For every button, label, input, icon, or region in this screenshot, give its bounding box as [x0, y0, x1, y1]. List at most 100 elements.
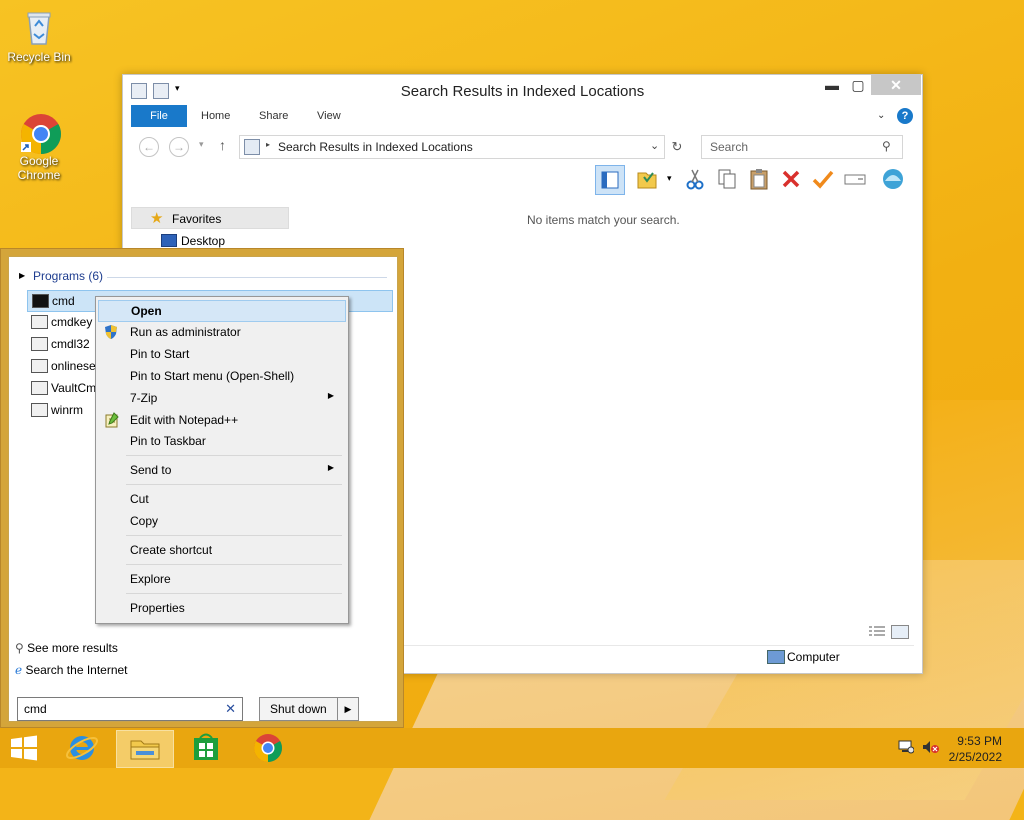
menu-item-edit-with-notepad[interactable]: Edit with Notepad++ [98, 410, 344, 430]
forward-button[interactable]: → [169, 137, 189, 157]
network-icon[interactable] [898, 740, 915, 754]
minimize-button[interactable]: ▬ [819, 75, 845, 95]
desktop-icon-recycle-bin[interactable]: Recycle Bin [4, 8, 74, 64]
maximize-button[interactable]: ▢ [845, 75, 871, 95]
menu-item-7zip[interactable]: 7-Zip ▶ [98, 388, 344, 408]
menu-item-label: Run as administrator [130, 325, 241, 339]
clock-date[interactable]: 2/25/2022 [949, 750, 1002, 764]
expand-group-icon[interactable]: ▶ [19, 271, 25, 280]
menu-item-label: Pin to Start [130, 347, 190, 361]
details-view-icon[interactable] [869, 625, 885, 637]
recycle-bin-icon [19, 8, 59, 48]
cut-icon[interactable] [683, 167, 707, 191]
ribbon-collapse-icon[interactable]: ⌄ [877, 105, 885, 127]
program-item-label: cmd [52, 294, 75, 308]
desktop-icon-label: Recycle Bin [7, 50, 71, 64]
tab-view[interactable]: View [317, 105, 341, 127]
breadcrumb-chevron-icon: ▸ [266, 140, 271, 149]
checkmark-icon[interactable] [811, 167, 835, 191]
address-dropdown-icon[interactable]: ⌄ [650, 139, 659, 152]
search-placeholder: Search [710, 140, 749, 154]
menu-item-send-to[interactable]: Send to ▶ [98, 460, 344, 480]
magnifier-icon: ⚲ [15, 641, 24, 655]
recent-locations-icon[interactable]: ▾ [199, 139, 204, 150]
menu-item-create-shortcut[interactable]: Create shortcut [98, 540, 344, 560]
close-button[interactable]: ✕ [871, 75, 921, 95]
search-internet-label: Search the Internet [25, 663, 128, 677]
program-item-label: VaultCm [51, 381, 97, 395]
menu-item-properties[interactable]: Properties [98, 598, 344, 618]
copy-icon[interactable] [715, 167, 739, 191]
properties-icon[interactable] [635, 167, 659, 191]
search-internet-link[interactable]: ℯ Search the Internet [15, 663, 128, 677]
windows-logo-icon [11, 735, 37, 761]
program-icon [31, 315, 48, 329]
program-icon [31, 381, 48, 395]
tab-share[interactable]: Share [259, 105, 288, 127]
empty-results-message: No items match your search. [527, 213, 680, 227]
clear-search-icon[interactable]: ✕ [225, 701, 236, 717]
taskbar-chrome[interactable] [240, 730, 296, 766]
preview-pane-button[interactable] [595, 165, 625, 195]
see-more-results-link[interactable]: ⚲ See more results [15, 641, 118, 655]
shutdown-options-icon[interactable]: ▶ [337, 698, 358, 720]
program-item-label: onlineset [51, 359, 100, 373]
status-location: Computer [787, 650, 840, 664]
menu-item-label: 7-Zip [130, 391, 158, 405]
address-path: Search Results in Indexed Locations [278, 140, 473, 154]
search-icon: ⚲ [882, 139, 891, 153]
nav-favorites[interactable]: ★ Favorites [131, 207, 289, 229]
menu-item-run-as-administrator[interactable]: Run as administrator [98, 322, 344, 342]
desktop-icon-chrome[interactable]: Google Chrome [4, 112, 74, 182]
tab-home[interactable]: Home [201, 105, 230, 127]
shutdown-button[interactable]: Shut down ▶ [259, 697, 359, 721]
menu-item-label: Properties [130, 601, 185, 615]
chrome-icon [19, 112, 61, 154]
back-button[interactable]: ← [139, 137, 159, 157]
menu-item-label: Create shortcut [130, 543, 213, 557]
large-icons-view-icon[interactable] [891, 625, 909, 639]
store-icon [194, 733, 218, 760]
taskbar-internet-explorer[interactable] [54, 730, 110, 766]
start-search-input[interactable] [22, 701, 216, 717]
menu-separator [126, 593, 342, 594]
menu-item-copy[interactable]: Copy [98, 511, 344, 531]
nav-desktop-label: Desktop [181, 234, 226, 248]
start-search-box[interactable]: ✕ [17, 697, 243, 721]
help-icon[interactable]: ? [897, 108, 913, 124]
address-bar[interactable]: ▸ Search Results in Indexed Locations ⌄ [239, 135, 665, 159]
program-item-label: cmdl32 [51, 337, 90, 351]
clock-time[interactable]: 9:53 PM [957, 734, 1002, 748]
submenu-arrow-icon: ▶ [327, 391, 334, 400]
volume-muted-icon[interactable] [922, 740, 940, 754]
ribbon-tabs: File Home Share View ⌄ ? [131, 105, 914, 127]
taskbar-file-explorer[interactable] [116, 730, 174, 768]
dropdown-icon[interactable]: ▾ [667, 173, 672, 184]
rename-icon[interactable] [843, 167, 867, 191]
menu-item-label: Explore [130, 572, 171, 586]
search-input[interactable]: Search ⚲ [701, 135, 903, 159]
menu-item-pin-to-start-menu-open-shell[interactable]: Pin to Start menu (Open-Shell) [98, 366, 344, 386]
tab-file[interactable]: File [131, 105, 187, 127]
menu-separator [126, 535, 342, 536]
delete-icon[interactable] [779, 167, 803, 191]
menu-separator [126, 564, 342, 565]
refresh-button[interactable]: ↻ [667, 137, 687, 157]
taskbar: 9:53 PM 2/25/2022 [0, 728, 1024, 768]
menu-item-open[interactable]: Open [98, 300, 346, 322]
menu-item-explore[interactable]: Explore [98, 569, 344, 589]
taskbar-store[interactable] [178, 730, 234, 766]
star-icon: ★ [150, 210, 164, 227]
shell-icon[interactable] [881, 167, 905, 191]
title-bar[interactable]: ▾ Search Results in Indexed Locations ▬ … [123, 75, 922, 105]
menu-item-cut[interactable]: Cut [98, 489, 344, 509]
window-title: Search Results in Indexed Locations [400, 83, 645, 100]
start-button[interactable] [0, 730, 48, 766]
menu-item-label: Send to [130, 463, 172, 477]
up-button[interactable]: ↑ [219, 137, 226, 153]
menu-item-pin-to-start[interactable]: Pin to Start [98, 344, 344, 364]
programs-group-header[interactable]: Programs (6) [33, 269, 103, 283]
paste-icon[interactable] [747, 167, 771, 191]
see-more-label: See more results [27, 641, 118, 655]
menu-item-pin-to-taskbar[interactable]: Pin to Taskbar [98, 431, 344, 451]
